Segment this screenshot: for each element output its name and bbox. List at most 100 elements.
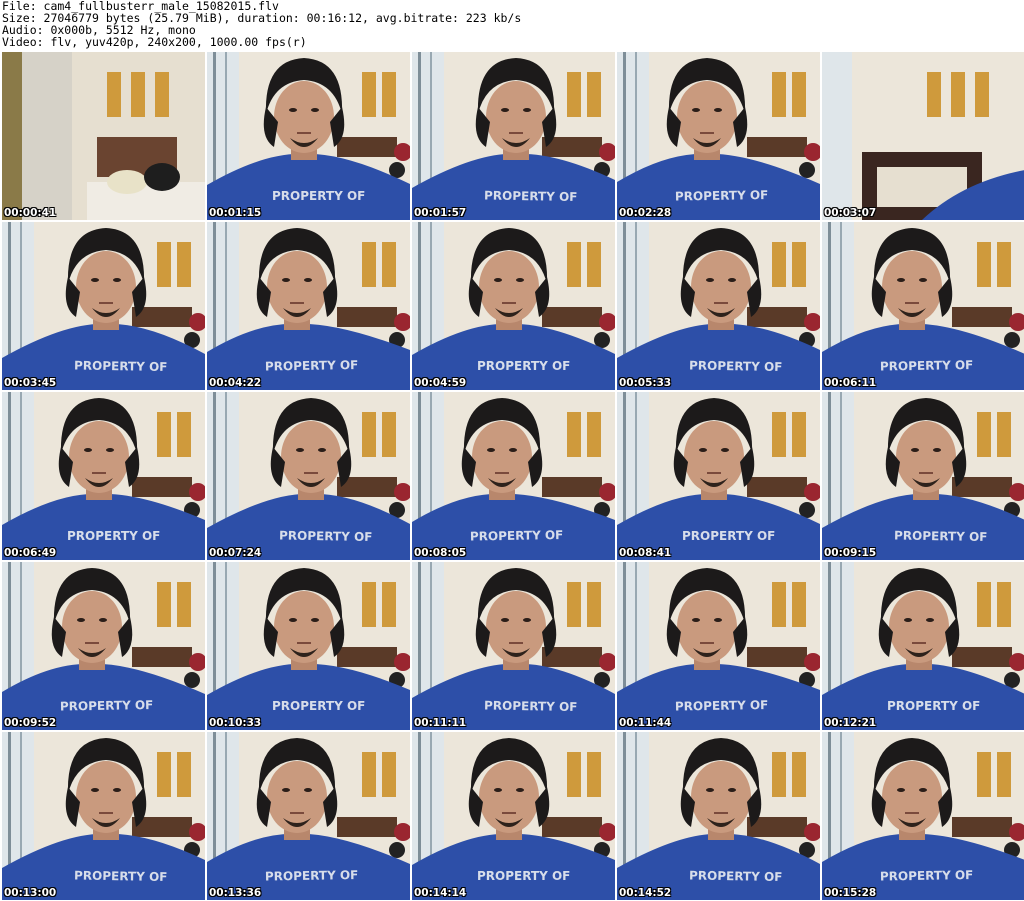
thumbnail-image: PROPERTY OF (207, 52, 410, 220)
thumbnail-image: PROPERTY OF (617, 52, 820, 220)
svg-text:PROPERTY OF: PROPERTY OF (880, 358, 974, 374)
thumbnail-timestamp: 00:14:14 (414, 887, 467, 899)
video-thumbnail: PROPERTY OF 00:10:33 (207, 562, 410, 730)
svg-text:PROPERTY OF: PROPERTY OF (470, 528, 564, 544)
video-thumbnail: PROPERTY OF 00:08:41 (617, 392, 820, 560)
video-thumbnail: PROPERTY OF 00:13:00 (2, 732, 205, 900)
thumbnail-timestamp: 00:03:45 (4, 377, 57, 389)
thumbnail-image (2, 52, 205, 220)
thumbnail-grid: 00:00:41 PROPERTY OF 00:01:15 PROPERTY OF 00… (2, 52, 1024, 900)
thumbnail-timestamp: 00:01:15 (209, 207, 262, 219)
video-thumbnail: PROPERTY OF 00:09:15 (822, 392, 1024, 560)
thumbnail-image: PROPERTY OF (822, 392, 1024, 560)
thumbnail-timestamp: 00:09:15 (824, 547, 877, 559)
video-thumbnail: PROPERTY OF 00:07:24 (207, 392, 410, 560)
thumbnail-timestamp: 00:13:36 (209, 887, 262, 899)
thumbnail-image: PROPERTY OF (412, 562, 615, 730)
svg-text:PROPERTY OF: PROPERTY OF (887, 699, 980, 713)
thumbnail-image: PROPERTY OF (412, 52, 615, 220)
thumbnail-image: PROPERTY OF (207, 562, 410, 730)
video-thumbnail: PROPERTY OF 00:04:22 (207, 222, 410, 390)
svg-text:PROPERTY OF: PROPERTY OF (74, 868, 168, 884)
thumbnail-image: PROPERTY OF (207, 732, 410, 900)
svg-text:PROPERTY OF: PROPERTY OF (279, 528, 373, 544)
thumbnail-timestamp: 00:02:28 (619, 207, 672, 219)
thumbnail-timestamp: 00:03:07 (824, 207, 877, 219)
thumbnail-image: PROPERTY OF (2, 562, 205, 730)
svg-text:PROPERTY OF: PROPERTY OF (675, 698, 769, 714)
thumbnail-timestamp: 00:11:11 (414, 717, 467, 729)
video-thumbnail: PROPERTY OF 00:06:11 (822, 222, 1024, 390)
svg-text:PROPERTY OF: PROPERTY OF (272, 699, 365, 713)
thumbnail-image: PROPERTY OF (2, 732, 205, 900)
thumbnail-timestamp: 00:15:28 (824, 887, 877, 899)
thumbnail-image (822, 52, 1024, 220)
thumbnail-image: PROPERTY OF (207, 392, 410, 560)
thumbnail-image: PROPERTY OF (412, 392, 615, 560)
thumbnail-image: PROPERTY OF (617, 392, 820, 560)
svg-text:PROPERTY OF: PROPERTY OF (477, 869, 570, 883)
thumbnail-timestamp: 00:13:00 (4, 887, 57, 899)
video-info-line: Video: flv, yuv420p, 240x200, 1000.00 fp… (2, 35, 307, 49)
thumbnail-timestamp: 00:08:05 (414, 547, 467, 559)
thumbnail-timestamp: 00:05:33 (619, 377, 672, 389)
thumbnail-timestamp: 00:06:11 (824, 377, 877, 389)
video-thumbnail: PROPERTY OF 00:06:49 (2, 392, 205, 560)
svg-text:PROPERTY OF: PROPERTY OF (894, 528, 988, 544)
thumbnail-timestamp: 00:11:44 (619, 717, 672, 729)
svg-text:PROPERTY OF: PROPERTY OF (477, 359, 570, 373)
video-thumbnail: PROPERTY OF 00:01:57 (412, 52, 615, 220)
video-thumbnail: PROPERTY OF 00:01:15 (207, 52, 410, 220)
video-thumbnail: PROPERTY OF 00:02:28 (617, 52, 820, 220)
thumbnail-timestamp: 00:09:52 (4, 717, 57, 729)
svg-text:PROPERTY OF: PROPERTY OF (689, 358, 783, 374)
svg-text:PROPERTY OF: PROPERTY OF (272, 189, 365, 203)
thumbnail-timestamp: 00:12:21 (824, 717, 877, 729)
thumbnail-image: PROPERTY OF (617, 222, 820, 390)
thumbnail-image: PROPERTY OF (412, 732, 615, 900)
svg-text:PROPERTY OF: PROPERTY OF (67, 529, 160, 543)
video-thumbnail: PROPERTY OF 00:12:21 (822, 562, 1024, 730)
thumbnail-image: PROPERTY OF (617, 732, 820, 900)
video-thumbnail: PROPERTY OF 00:08:05 (412, 392, 615, 560)
thumbnail-timestamp: 00:14:52 (619, 887, 672, 899)
thumbnail-timestamp: 00:07:24 (209, 547, 262, 559)
thumbnail-image: PROPERTY OF (822, 562, 1024, 730)
video-thumbnail: PROPERTY OF 00:13:36 (207, 732, 410, 900)
svg-text:PROPERTY OF: PROPERTY OF (265, 358, 359, 374)
thumbnail-image: PROPERTY OF (412, 222, 615, 390)
svg-text:PROPERTY OF: PROPERTY OF (675, 188, 769, 204)
video-thumbnail: PROPERTY OF 00:09:52 (2, 562, 205, 730)
svg-text:PROPERTY OF: PROPERTY OF (880, 868, 974, 884)
file-info-header: File: cam4_fullbusterr_male_15082015.flv… (2, 0, 1002, 48)
thumbnail-image: PROPERTY OF (207, 222, 410, 390)
video-thumbnail: PROPERTY OF 00:11:11 (412, 562, 615, 730)
thumbnail-timestamp: 00:00:41 (4, 207, 57, 219)
svg-text:PROPERTY OF: PROPERTY OF (682, 529, 775, 543)
video-thumbnail: 00:03:07 (822, 52, 1024, 220)
video-thumbnail: PROPERTY OF 00:15:28 (822, 732, 1024, 900)
thumbnail-image: PROPERTY OF (822, 222, 1024, 390)
thumbnail-timestamp: 00:10:33 (209, 717, 262, 729)
video-thumbnail: PROPERTY OF 00:11:44 (617, 562, 820, 730)
svg-text:PROPERTY OF: PROPERTY OF (689, 868, 783, 884)
video-thumbnail: PROPERTY OF 00:03:45 (2, 222, 205, 390)
thumbnail-timestamp: 00:08:41 (619, 547, 672, 559)
thumbnail-timestamp: 00:06:49 (4, 547, 57, 559)
thumbnail-image: PROPERTY OF (617, 562, 820, 730)
video-thumbnail: 00:00:41 (2, 52, 205, 220)
thumbnail-image: PROPERTY OF (2, 392, 205, 560)
svg-text:PROPERTY OF: PROPERTY OF (60, 698, 154, 714)
svg-text:PROPERTY OF: PROPERTY OF (484, 698, 578, 714)
thumbnail-timestamp: 00:04:59 (414, 377, 467, 389)
svg-text:PROPERTY OF: PROPERTY OF (484, 188, 578, 204)
video-thumbnail: PROPERTY OF 00:05:33 (617, 222, 820, 390)
thumbnail-image: PROPERTY OF (822, 732, 1024, 900)
video-thumbnail: PROPERTY OF 00:14:52 (617, 732, 820, 900)
svg-text:PROPERTY OF: PROPERTY OF (265, 868, 359, 884)
video-thumbnail: PROPERTY OF 00:14:14 (412, 732, 615, 900)
thumbnail-image: PROPERTY OF (2, 222, 205, 390)
thumbnail-timestamp: 00:01:57 (414, 207, 467, 219)
video-thumbnail: PROPERTY OF 00:04:59 (412, 222, 615, 390)
thumbnail-timestamp: 00:04:22 (209, 377, 262, 389)
